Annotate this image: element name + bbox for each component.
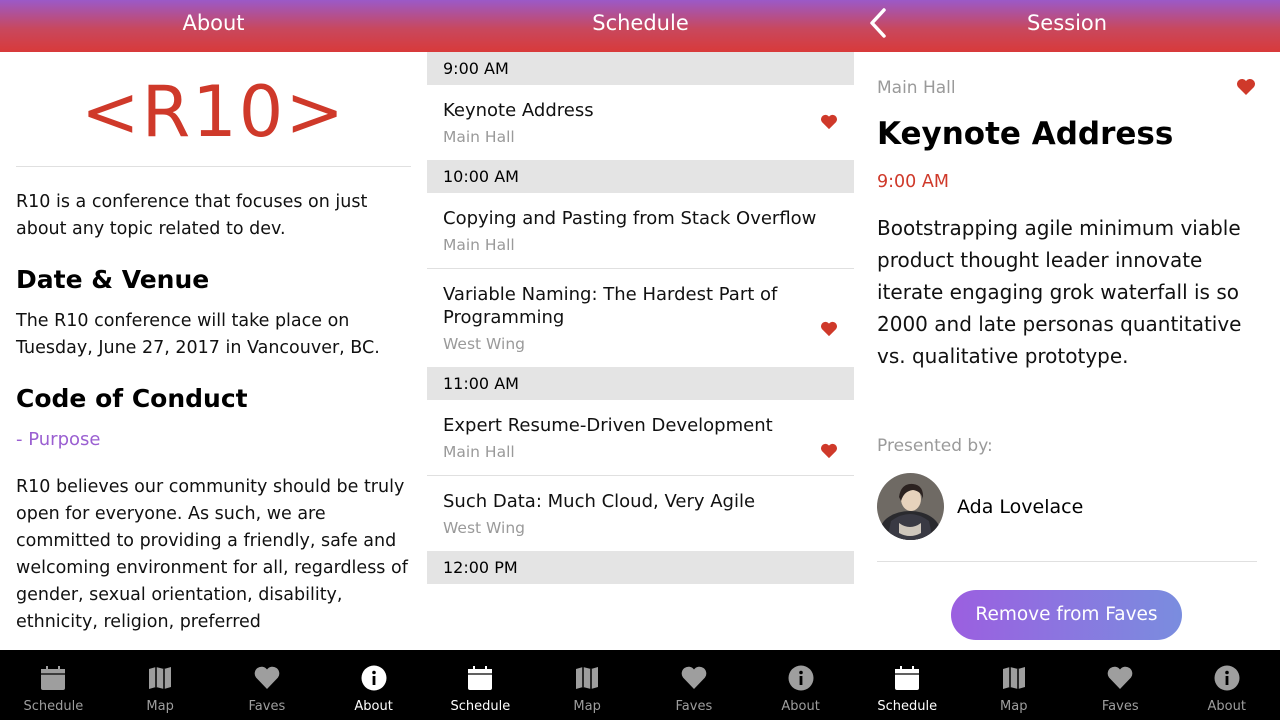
info-icon	[788, 665, 814, 691]
conduct-heading: Code of Conduct	[16, 384, 248, 413]
session-title: Expert Resume-Driven Development	[443, 415, 773, 436]
heart-icon	[254, 666, 280, 689]
map-icon	[1002, 667, 1025, 689]
tab-label: Map	[146, 699, 174, 714]
app-screens: About <R10> R10 is a conference that foc…	[0, 0, 1280, 720]
about-screen: About <R10> R10 is a conference that foc…	[0, 0, 427, 720]
tab-bar: Schedule Map Faves About	[427, 650, 854, 720]
session-time: 9:00 AM	[877, 172, 949, 192]
tab-faves[interactable]: Faves	[641, 650, 748, 720]
session-screen: Session Main Hall Keynote Address 9:00 A…	[854, 0, 1280, 720]
tab-bar: Schedule Map Faves About	[0, 650, 427, 720]
speaker-avatar[interactable]	[877, 473, 944, 540]
header-title: Schedule	[592, 11, 689, 35]
schedule-list[interactable]: 9:00 AM Keynote Address Main Hall 10:00 AM C…	[427, 52, 854, 650]
session-row[interactable]: Keynote Address Main Hall	[427, 85, 854, 146]
tab-faves[interactable]: Faves	[1067, 650, 1174, 720]
schedule-screen: Schedule 9:00 AM Keynote Address Main Hall…	[427, 0, 854, 720]
time-slot-header: 11:00 AM	[427, 367, 854, 400]
tab-schedule[interactable]: Schedule	[0, 650, 107, 720]
tab-label: Faves	[675, 699, 713, 714]
tab-label: About	[1207, 699, 1246, 714]
r10-logo: <R10>	[80, 71, 346, 153]
tab-label: Map	[573, 699, 601, 714]
tab-schedule[interactable]: Schedule	[427, 650, 534, 720]
tab-label: Schedule	[450, 699, 511, 714]
session-row[interactable]: Copying and Pasting from Stack Overflow M…	[427, 193, 854, 269]
fave-heart-icon	[821, 321, 837, 337]
tab-schedule[interactable]: Schedule	[854, 650, 961, 720]
tab-about[interactable]: About	[747, 650, 854, 720]
tab-label: Map	[1000, 699, 1028, 714]
fave-heart-icon	[821, 114, 837, 130]
time-slot-header: 12:00 PM	[427, 551, 854, 584]
purpose-toggle[interactable]: - Purpose	[0, 429, 427, 450]
session-location: Main Hall	[443, 236, 515, 254]
session-title: Variable Naming: The Hardest Part of Pro…	[443, 284, 778, 328]
session-location: West Wing	[443, 335, 525, 353]
tab-about[interactable]: About	[1174, 650, 1280, 720]
remove-from-faves-button[interactable]: Remove from Faves	[951, 590, 1182, 640]
session-title: Copying and Pasting from Stack Overflow	[443, 208, 817, 229]
header-title: About	[182, 11, 245, 35]
fave-heart-icon	[1237, 79, 1255, 95]
tab-label: Schedule	[23, 699, 84, 714]
tab-label: About	[781, 699, 820, 714]
speaker-portrait	[877, 473, 944, 540]
divider	[16, 166, 411, 167]
session-title: Keynote Address	[443, 100, 594, 121]
venue-text: The R10 conference will take place on Tu…	[16, 311, 380, 358]
session-location: Main Hall	[443, 128, 515, 146]
presented-by-label: Presented by:	[877, 436, 993, 456]
about-header: About	[0, 0, 427, 52]
time-slot-header: 9:00 AM	[427, 52, 854, 85]
tab-label: Faves	[248, 699, 286, 714]
session-location: West Wing	[443, 519, 525, 537]
session-title: Keynote Address	[877, 116, 1174, 152]
heart-icon	[1107, 666, 1133, 689]
schedule-header: Schedule	[427, 0, 854, 52]
tab-bar: Schedule Map Faves About	[854, 650, 1280, 720]
tab-about[interactable]: About	[320, 650, 427, 720]
info-icon	[361, 665, 387, 691]
speaker-name[interactable]: Ada Lovelace	[957, 496, 1083, 518]
tab-map[interactable]: Map	[107, 650, 214, 720]
calendar-icon	[41, 666, 66, 690]
session-row[interactable]: Variable Naming: The Hardest Part of Pro…	[427, 269, 854, 353]
about-intro: R10 is a conference that focuses on just…	[16, 192, 368, 239]
conduct-text: R10 believes our community should be tru…	[16, 477, 408, 632]
session-content: Main Hall Keynote Address 9:00 AM Bootst…	[854, 52, 1280, 650]
session-location: Main Hall	[443, 443, 515, 461]
tab-faves[interactable]: Faves	[214, 650, 321, 720]
session-description: Bootstrapping agile minimum viable produ…	[877, 216, 1242, 368]
venue-heading: Date & Venue	[16, 265, 210, 294]
calendar-icon	[895, 666, 920, 690]
map-icon	[576, 667, 599, 689]
map-icon	[149, 667, 172, 689]
info-icon	[1214, 665, 1240, 691]
tab-label: Faves	[1101, 699, 1139, 714]
divider	[877, 561, 1257, 562]
header-title: Session	[1026, 11, 1108, 35]
back-chevron-icon[interactable]	[862, 6, 892, 40]
session-location: Main Hall	[877, 78, 956, 98]
calendar-icon	[468, 666, 493, 690]
tab-map[interactable]: Map	[961, 650, 1068, 720]
about-content[interactable]: <R10> R10 is a conference that focuses o…	[0, 52, 427, 650]
tab-label: About	[354, 699, 393, 714]
time-slot-header: 10:00 AM	[427, 160, 854, 193]
fave-heart-icon	[821, 443, 837, 459]
session-title: Such Data: Much Cloud, Very Agile	[443, 491, 756, 512]
session-row[interactable]: Such Data: Much Cloud, Very Agile West Wi…	[427, 476, 854, 537]
session-header: Session	[854, 0, 1280, 52]
session-row[interactable]: Expert Resume-Driven Development Main Hal…	[427, 400, 854, 476]
tab-map[interactable]: Map	[534, 650, 641, 720]
heart-icon	[681, 666, 707, 689]
tab-label: Schedule	[877, 699, 938, 714]
